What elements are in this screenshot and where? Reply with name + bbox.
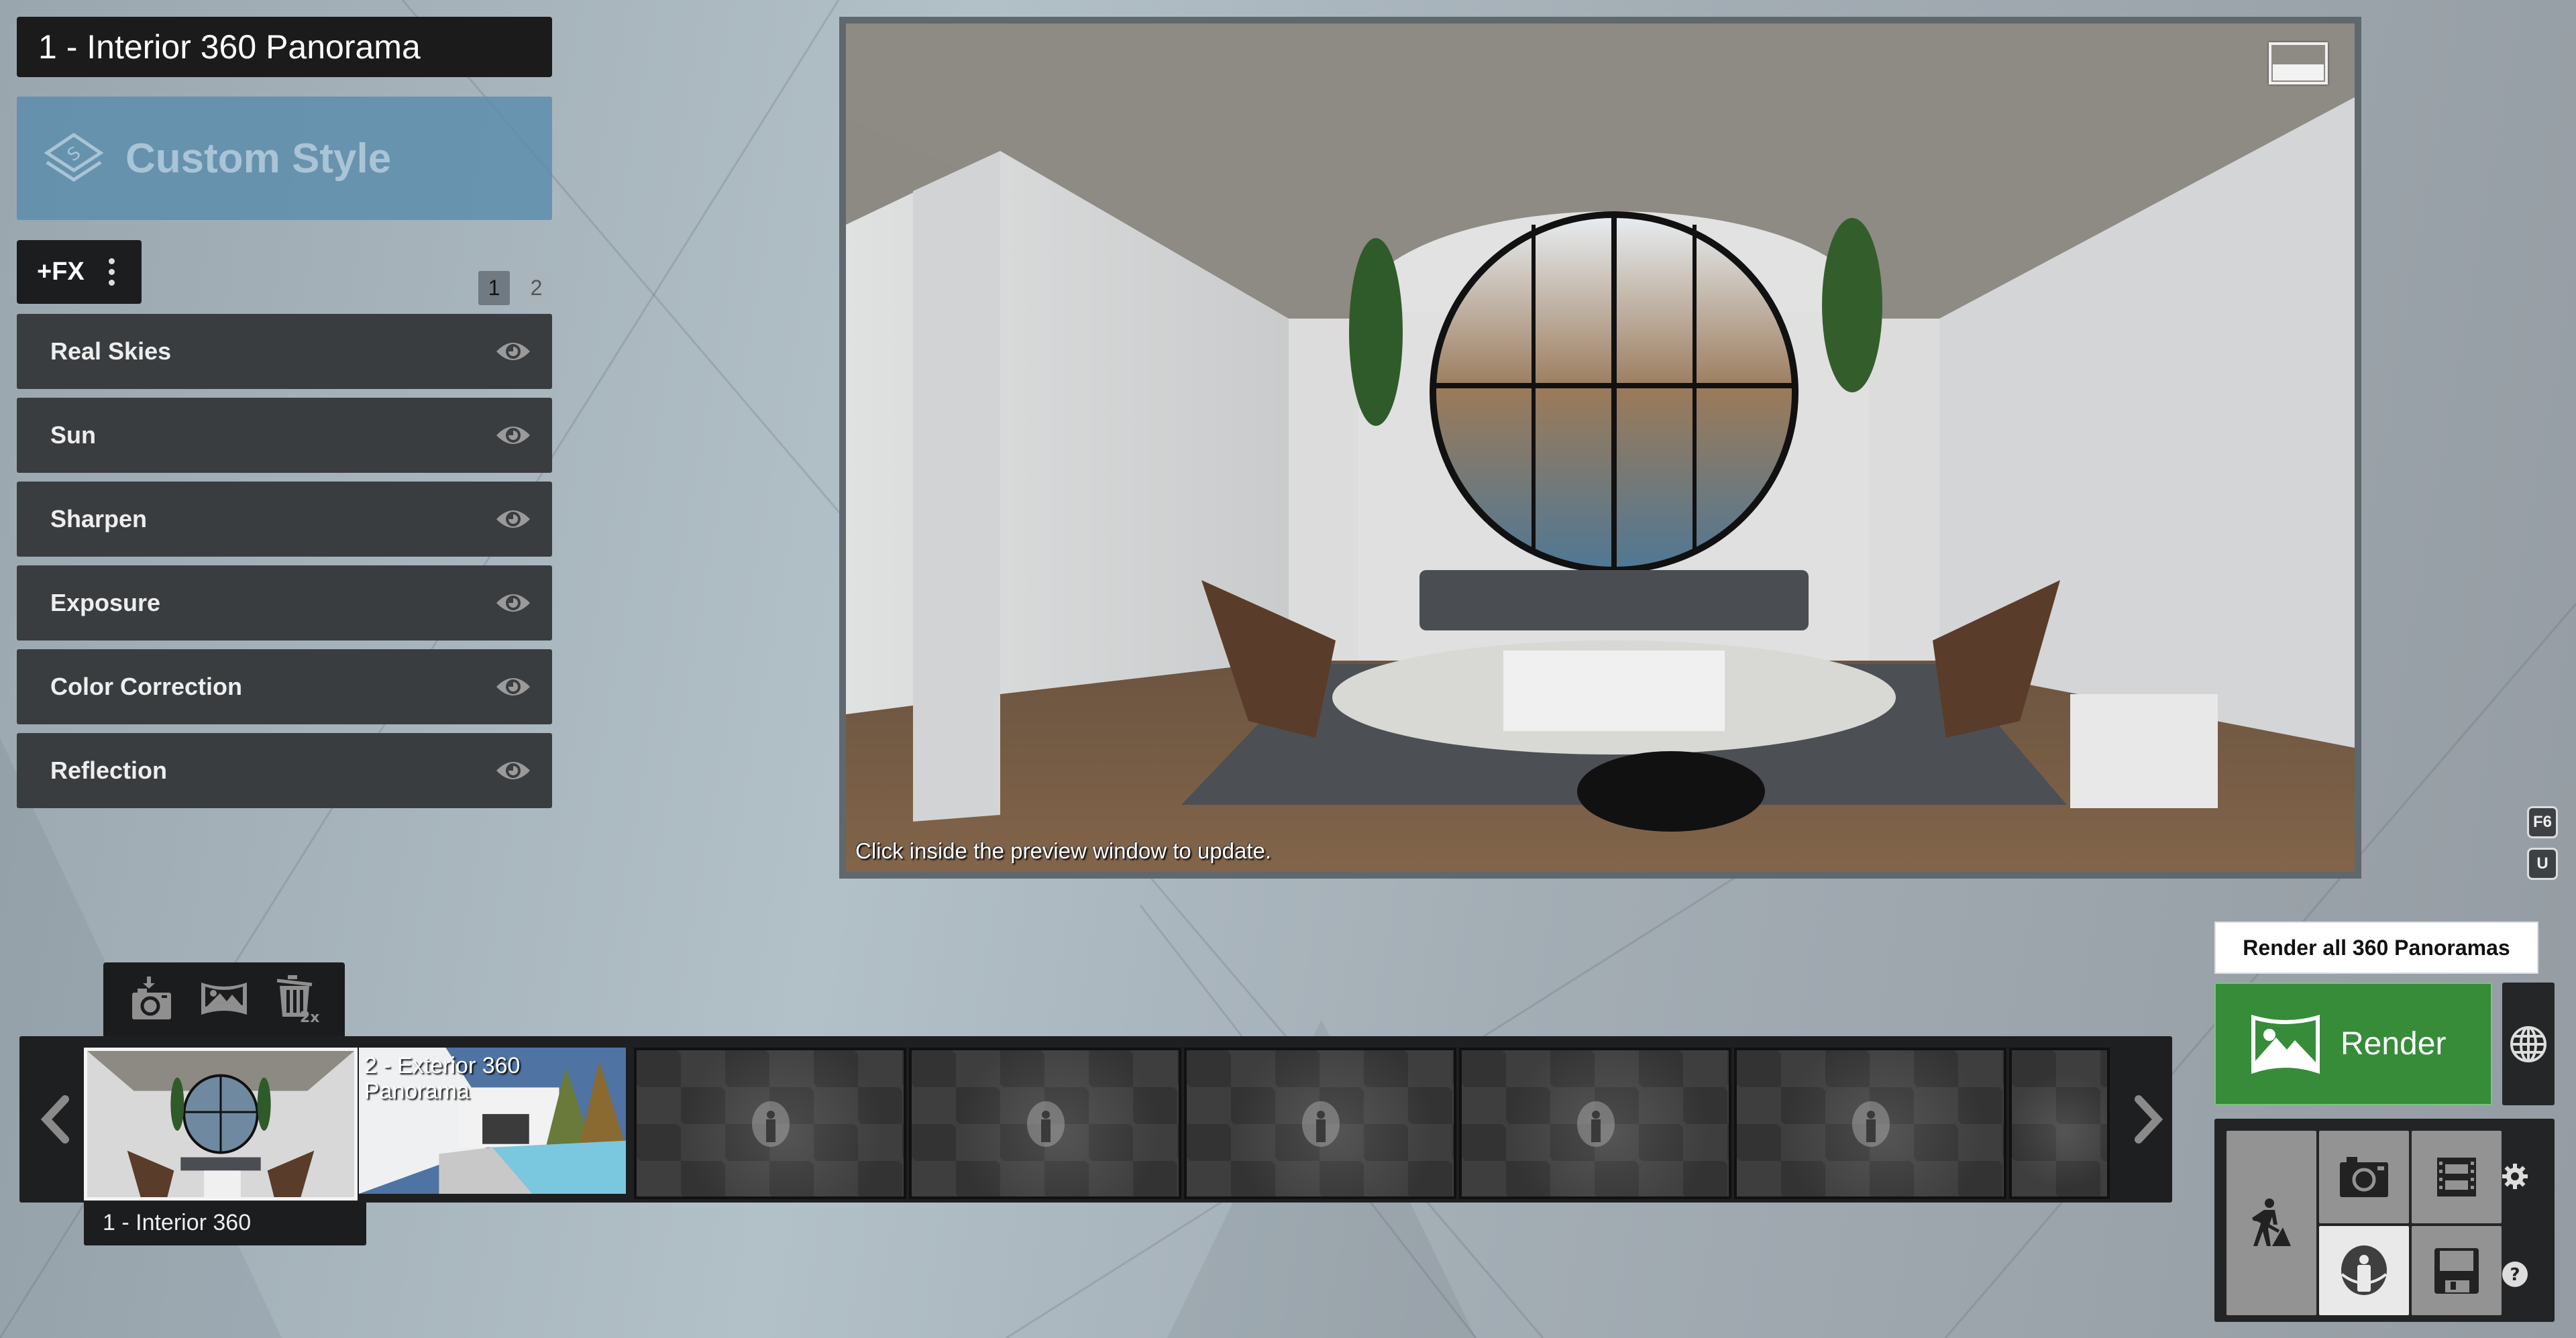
eye-visibility-icon[interactable] <box>494 757 532 784</box>
filmstrip-tile[interactable] <box>1459 1048 1731 1199</box>
save-icon <box>2434 1247 2479 1294</box>
filmstrip-tile[interactable] <box>909 1048 1181 1199</box>
layout-toggle-icon[interactable] <box>2269 42 2328 85</box>
fx-row-sharpen[interactable]: Sharpen <box>17 482 552 557</box>
filmstrip-tile[interactable]: 2 - Exterior 360 Panorama <box>359 1048 626 1194</box>
fx-row-color-correction[interactable]: Color Correction <box>17 649 552 724</box>
render-button[interactable]: Render <box>2214 983 2492 1105</box>
fx-row-label: Sun <box>50 421 96 449</box>
interior-thumbnail <box>87 1051 354 1197</box>
filmstrip: 2 - Exterior 360 Panorama <box>19 1036 2172 1203</box>
eye-visibility-icon[interactable] <box>494 338 532 365</box>
video-mode-icon <box>2437 1158 2476 1196</box>
globe-icon[interactable] <box>2502 983 2555 1105</box>
add-fx-label: +FX <box>37 258 85 286</box>
fx-row-real-skies[interactable]: Real Skies <box>17 314 552 389</box>
render-label: Render <box>2341 1026 2447 1062</box>
fx-page-tab-1[interactable]: 1 <box>478 271 510 305</box>
mode-panel: ? <box>2214 1119 2555 1322</box>
save-button[interactable] <box>2412 1226 2502 1315</box>
fx-row-label: Sharpen <box>50 505 148 533</box>
panorama-render-icon <box>2251 1014 2320 1074</box>
help-button[interactable]: ? <box>2495 1254 2535 1294</box>
fx-row-label: Color Correction <box>50 673 243 700</box>
help-icon: ? <box>2502 1262 2528 1287</box>
filmstrip-toolbar: 2x <box>103 962 345 1038</box>
photo-mode-button[interactable] <box>2319 1131 2409 1223</box>
selected-tile-label: 1 - Interior 360 <box>84 1203 366 1245</box>
u-shortcut-badge[interactable]: U <box>2527 848 2558 880</box>
fx-row-label: Reflection <box>50 757 168 784</box>
eye-visibility-icon[interactable] <box>494 590 532 616</box>
panorama-title: 1 - Interior 360 Panorama <box>17 17 552 77</box>
f6-shortcut-badge[interactable]: F6 <box>2527 806 2558 838</box>
empty-slot-icon <box>1852 1101 1890 1147</box>
empty-slot-icon <box>752 1101 790 1147</box>
fx-row-label: Exposure <box>50 589 161 616</box>
video-mode-button[interactable] <box>2412 1131 2502 1223</box>
room-preview-image <box>846 23 2355 872</box>
fx-page-tab-2[interactable]: 2 <box>521 271 552 305</box>
preview-window[interactable]: Click inside the preview window to updat… <box>839 17 2361 879</box>
fx-row-sun[interactable]: Sun <box>17 398 552 473</box>
gear-icon <box>2502 1164 2528 1189</box>
photo-mode-icon <box>2340 1157 2388 1197</box>
build-mode-icon <box>2252 1198 2291 1246</box>
svg-text:?: ? <box>2510 1265 2520 1285</box>
empty-slot-icon <box>1302 1101 1340 1147</box>
eye-visibility-icon[interactable] <box>494 422 532 449</box>
preview-hint: Click inside the preview window to updat… <box>855 838 1271 863</box>
add-fx-button[interactable]: +FX <box>17 240 142 304</box>
custom-style-label: Custom Style <box>125 135 392 182</box>
filmstrip-tile[interactable] <box>1734 1048 2006 1199</box>
build-mode-button[interactable] <box>2226 1131 2316 1315</box>
style-layers-icon: S <box>44 132 104 182</box>
panorama-icon[interactable] <box>199 979 250 1022</box>
empty-slot-icon <box>1027 1101 1065 1147</box>
svg-text:S: S <box>64 143 85 166</box>
kebab-menu-icon[interactable] <box>108 258 115 286</box>
panorama-360-mode-button[interactable] <box>2319 1226 2409 1315</box>
fx-row-label: Real Skies <box>50 337 172 365</box>
render-all-panoramas-button[interactable]: Render all 360 Panoramas <box>2214 922 2538 974</box>
panorama-360-mode-icon <box>2341 1245 2387 1295</box>
filmstrip-next-arrow-icon[interactable] <box>2127 1093 2167 1146</box>
delete-2x-icon[interactable]: 2x <box>273 974 320 1027</box>
empty-slot-icon <box>1577 1101 1615 1147</box>
settings-button[interactable] <box>2495 1156 2535 1196</box>
filmstrip-tile[interactable] <box>84 1048 358 1201</box>
filmstrip-tile[interactable] <box>2009 1048 2110 1199</box>
fx-row-reflection[interactable]: Reflection <box>17 733 552 808</box>
filmstrip-tile[interactable] <box>634 1048 906 1199</box>
svg-text:2x: 2x <box>300 1009 320 1023</box>
add-camera-icon[interactable] <box>128 975 175 1025</box>
filmstrip-tile[interactable] <box>1184 1048 1456 1199</box>
fx-row-exposure[interactable]: Exposure <box>17 565 552 640</box>
eye-visibility-icon[interactable] <box>494 506 532 533</box>
eye-visibility-icon[interactable] <box>494 673 532 700</box>
custom-style-button[interactable]: S Custom Style <box>17 97 552 220</box>
filmstrip-prev-arrow-icon[interactable] <box>37 1093 77 1146</box>
preview-render[interactable]: Click inside the preview window to updat… <box>846 23 2355 872</box>
tile-caption: 2 - Exterior 360 Panorama <box>364 1053 521 1104</box>
